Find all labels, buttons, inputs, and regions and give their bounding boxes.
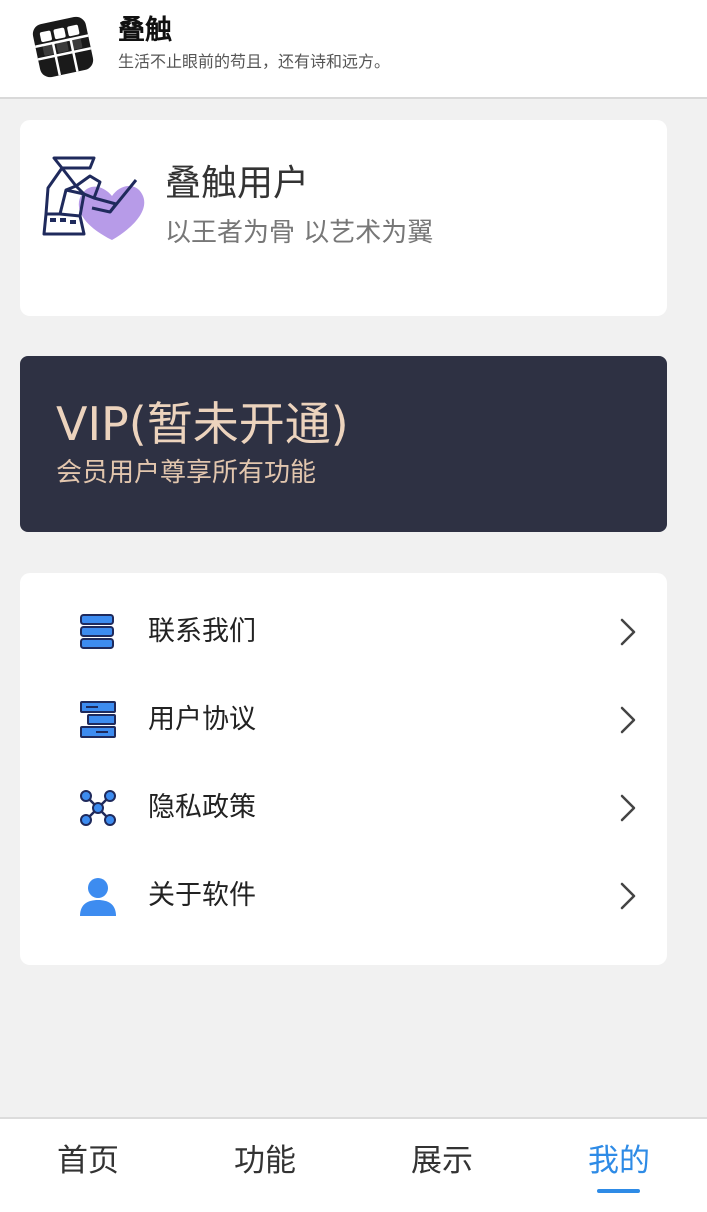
tab-showcase[interactable]: 展示	[354, 1119, 530, 1212]
menu-item-about[interactable]: 关于软件	[20, 856, 667, 936]
profile-card[interactable]: 叠触用户 以王者为骨 以艺术为翼	[20, 120, 667, 316]
tab-label: 展示	[411, 1143, 473, 1179]
tab-features[interactable]: 功能	[177, 1119, 353, 1212]
rubiks-cube-icon	[32, 16, 94, 78]
settings-menu: 联系我们 用户协议 隐私政策 关于软件	[20, 573, 667, 965]
chevron-right-icon	[620, 794, 636, 822]
bottom-tab-bar: 首页 功能 展示 我的	[0, 1117, 707, 1212]
app-subtitle: 生活不止眼前的苟且，还有诗和远方。	[118, 52, 391, 71]
vip-card[interactable]: VIP(暂未开通) 会员用户尊享所有功能	[20, 356, 667, 532]
tab-mine[interactable]: 我的	[531, 1119, 707, 1212]
chevron-right-icon	[620, 882, 636, 910]
app-header: 叠触 生活不止眼前的苟且，还有诗和远方。	[0, 0, 707, 99]
menu-item-label: 联系我们	[148, 616, 256, 647]
chevron-right-icon	[620, 618, 636, 646]
vip-subtitle: 会员用户尊享所有功能	[56, 458, 317, 488]
avatar	[42, 156, 145, 240]
tab-home[interactable]: 首页	[0, 1119, 176, 1212]
menu-item-label: 用户协议	[148, 704, 256, 735]
privacy-network-icon	[80, 790, 116, 826]
tab-label: 功能	[234, 1143, 296, 1179]
contact-icon	[80, 614, 114, 649]
user-motto: 以王者为骨 以艺术为翼	[165, 218, 434, 248]
active-tab-indicator	[597, 1189, 640, 1193]
app-title: 叠触	[118, 15, 172, 46]
vip-title: VIP(暂未开通)	[56, 397, 349, 451]
menu-item-privacy-policy[interactable]: 隐私政策	[20, 768, 667, 848]
menu-item-contact[interactable]: 联系我们	[20, 592, 667, 672]
agreement-icon	[80, 701, 116, 738]
user-about-icon	[80, 878, 116, 916]
menu-item-label: 隐私政策	[148, 792, 256, 823]
tab-label: 我的	[588, 1143, 650, 1179]
menu-item-label: 关于软件	[148, 880, 256, 911]
menu-item-user-agreement[interactable]: 用户协议	[20, 680, 667, 760]
chevron-right-icon	[620, 706, 636, 734]
user-name: 叠触用户	[165, 163, 310, 204]
tab-label: 首页	[57, 1143, 119, 1179]
